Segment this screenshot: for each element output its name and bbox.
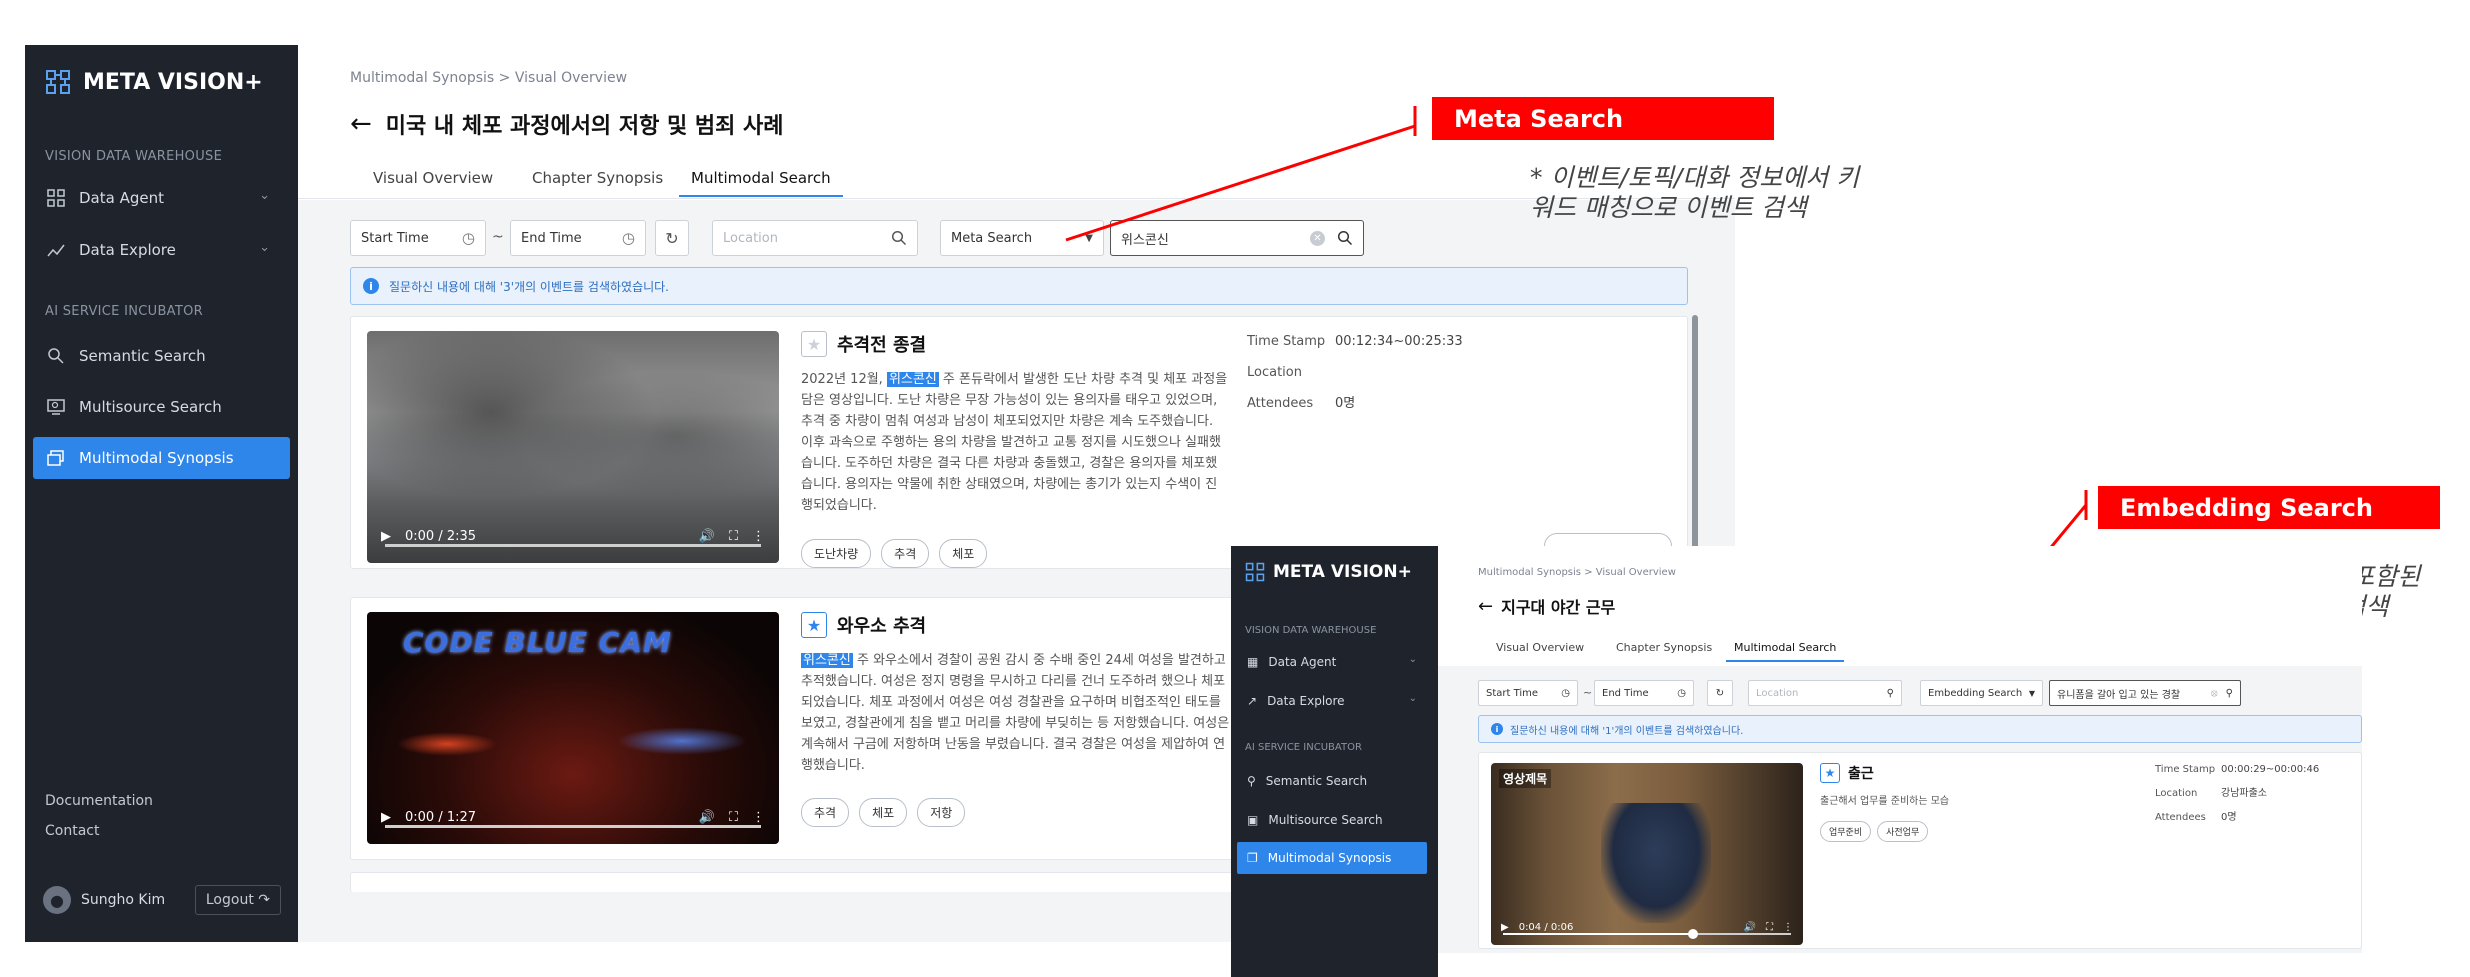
monitor-search-icon: ▣ [1247, 813, 1259, 827]
breadcrumb-separator: > [1584, 567, 1596, 578]
range-tilde: ~ [1583, 686, 1593, 699]
search-mode-value: Embedding Search [1928, 687, 2023, 699]
more-icon[interactable]: ⋮ [1783, 922, 1793, 933]
meta-timestamp: Time Stamp 00:00:29~00:00:46 [2155, 758, 2319, 782]
query-value: 유니폼을 갈아 입고 있는 경찰 [2057, 689, 2181, 701]
sidebar-item-label: Data Agent [1268, 655, 1337, 669]
breadcrumb: Multimodal Synopsis > Visual Overview [1478, 567, 1676, 578]
meta-attendees: Attendees 0명 [2155, 806, 2319, 830]
logo-icon [1245, 562, 1265, 582]
fullscreen-icon[interactable]: ⛶ [1766, 922, 1773, 933]
video-overlay-text: 영상제목 [1499, 769, 1552, 788]
volume-icon[interactable]: 🔊 [1744, 922, 1756, 933]
sidebar-item-label: Semantic Search [1265, 774, 1368, 788]
grid-icon: ▦ [1247, 655, 1259, 669]
caret-down-icon: ▼ [2028, 688, 2035, 698]
end-time-field[interactable]: End Time ◷ [1594, 680, 1694, 706]
info-icon: i [1491, 723, 1503, 735]
meta-label: Time Stamp [2155, 764, 2216, 775]
play-icon[interactable]: ▶ [1501, 922, 1509, 933]
note-line: 워드 매칭으로 이벤트 검색 [1530, 193, 1807, 222]
meta-value: 00:00:29~00:00:46 [2221, 764, 2320, 775]
location-placeholder: Location [1756, 687, 1799, 699]
location-input[interactable]: Location ⚲ [1748, 680, 1902, 706]
breadcrumb-current: Visual Overview [1595, 567, 1676, 578]
meta-search-callout: Meta Search [1432, 97, 1774, 140]
note-line: * 이벤트/토픽/대화 정보에서 키 [1530, 163, 1860, 192]
sidebar-item-label: Data Explore [1267, 694, 1345, 708]
search-icon: ⚲ [1886, 687, 1894, 699]
page-title: 지구대 야간 근무 [1501, 598, 1616, 617]
brand[interactable]: META VISION+ [1245, 562, 1412, 582]
meta-callout-line [1065, 124, 1416, 242]
sidebar-item-label: Multimodal Synopsis [1267, 851, 1392, 865]
reset-button[interactable]: ↻ [1707, 680, 1733, 706]
embedding-search-callout: Embedding Search [2098, 486, 2440, 529]
video-progress[interactable] [1503, 929, 1791, 939]
video-player[interactable]: 영상제목 ▶ 0:04 / 0:06 🔊 ⛶ ⋮ [1491, 763, 1803, 945]
search-mode-select[interactable]: Embedding Search ▼ [1920, 680, 2043, 706]
search-info-text: 질문하신 내용에 대해 '1'개의 이벤트를 검색하였습니다. [1510, 725, 1744, 737]
page-title-row: ← 지구대 야간 근무 [1478, 594, 1615, 618]
star-icon[interactable]: ★ [1820, 763, 1840, 783]
query-actions: ⦻ ⚲ [2211, 688, 2233, 699]
tab-multimodal-search[interactable]: Multimodal Search [1726, 641, 1845, 662]
meta-label: Attendees [2155, 812, 2206, 823]
start-time-field[interactable]: Start Time ◷ [1478, 680, 1578, 706]
end-time-label: End Time [1602, 687, 1649, 699]
sidebar-item-data-agent[interactable]: ▦ Data Agent ⌄ [1237, 646, 1427, 678]
search-icon: ⚲ [1247, 774, 1256, 788]
sidebar-item-data-explore[interactable]: ↗ Data Explore ⌄ [1237, 685, 1427, 717]
tab-chapter-synopsis[interactable]: Chapter Synopsis [1616, 641, 1712, 654]
video-frame [1601, 803, 1711, 923]
chevron-down-icon: ⌄ [1408, 654, 1417, 665]
search-icon[interactable]: ⚲ [2226, 688, 2233, 699]
start-time-label: Start Time [1486, 687, 1539, 699]
result-description: 출근해서 업무를 준비하는 모습 [1820, 796, 1950, 807]
chart-icon: ↗ [1247, 694, 1258, 708]
tab-visual-overview[interactable]: Visual Overview [1496, 641, 1584, 654]
back-arrow-icon[interactable]: ← [1478, 596, 1493, 617]
video-controls: ▶ 0:04 / 0:06 🔊 ⛶ ⋮ [1491, 909, 1803, 945]
sidebar-item-label: Multisource Search [1268, 813, 1383, 827]
clock-icon: ◷ [1561, 687, 1570, 699]
sidebar-item-multimodal-synopsis[interactable]: ❐ Multimodal Synopsis [1237, 842, 1427, 874]
sidebar-item-multisource-search[interactable]: ▣ Multisource Search [1237, 804, 1427, 836]
sidebar: META VISION+ VISION DATA WAREHOUSE ▦ Data… [1231, 546, 1438, 977]
tag-list: 업무준비 사전업무 [1820, 821, 1929, 842]
layers-icon: ❐ [1247, 851, 1258, 865]
meta-value: 강남파출소 [2221, 788, 2267, 799]
section-incubator: AI SERVICE INCUBATOR [1245, 742, 1362, 753]
clear-icon[interactable]: ⦻ [2211, 688, 2218, 699]
clock-icon: ◷ [1677, 687, 1686, 699]
result-title-row: ★ 출근 [1820, 763, 1874, 783]
result-meta: Time Stamp 00:00:29~00:00:46 Location 강남파출… [2155, 758, 2319, 830]
breadcrumb-parent[interactable]: Multimodal Synopsis [1478, 567, 1581, 578]
meta-label: Location [2155, 788, 2198, 799]
tag[interactable]: 업무준비 [1820, 821, 1872, 842]
meta-value: 0명 [2221, 812, 2237, 823]
tag[interactable]: 사전업무 [1877, 821, 1929, 842]
section-warehouse: VISION DATA WAREHOUSE [1245, 625, 1377, 636]
meta-search-note: * 이벤트/토픽/대화 정보에서 키 워드 매칭으로 이벤트 검색 [1530, 163, 1859, 223]
meta-location: Location 강남파출소 [2155, 782, 2319, 806]
sidebar-item-semantic-search[interactable]: ⚲ Semantic Search [1237, 765, 1427, 797]
refresh-icon: ↻ [1715, 687, 1725, 699]
query-input[interactable]: 유니폼을 갈아 입고 있는 경찰 ⦻ ⚲ [2049, 680, 2241, 706]
chevron-down-icon: ⌄ [1408, 693, 1417, 704]
search-info-banner: i 질문하신 내용에 대해 '1'개의 이벤트를 검색하였습니다. [1478, 715, 2362, 743]
video-progress-fill [1503, 929, 1699, 939]
result-card[interactable]: 영상제목 ▶ 0:04 / 0:06 🔊 ⛶ ⋮ ★ 출근 출근해서 업무를 준… [1478, 752, 2362, 949]
result-title: 출근 [1848, 766, 1874, 782]
brand-name: META VISION+ [1273, 562, 1412, 582]
video-time: 0:04 / 0:06 [1518, 921, 1574, 933]
